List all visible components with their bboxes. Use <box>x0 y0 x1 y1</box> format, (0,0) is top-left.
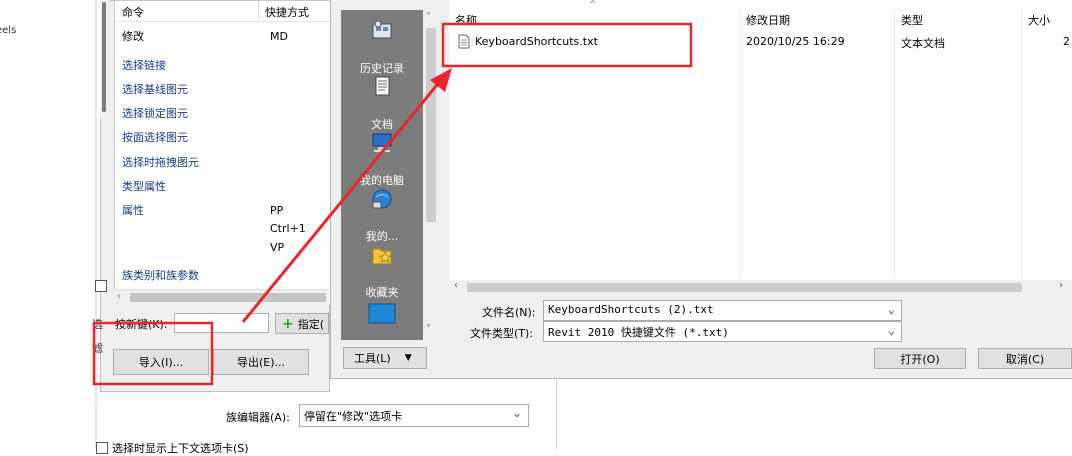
file-highlight-box <box>441 22 693 68</box>
import-highlight-box <box>92 321 214 386</box>
annotation-overlay <box>92 22 693 386</box>
annotation-arrow <box>241 79 443 323</box>
